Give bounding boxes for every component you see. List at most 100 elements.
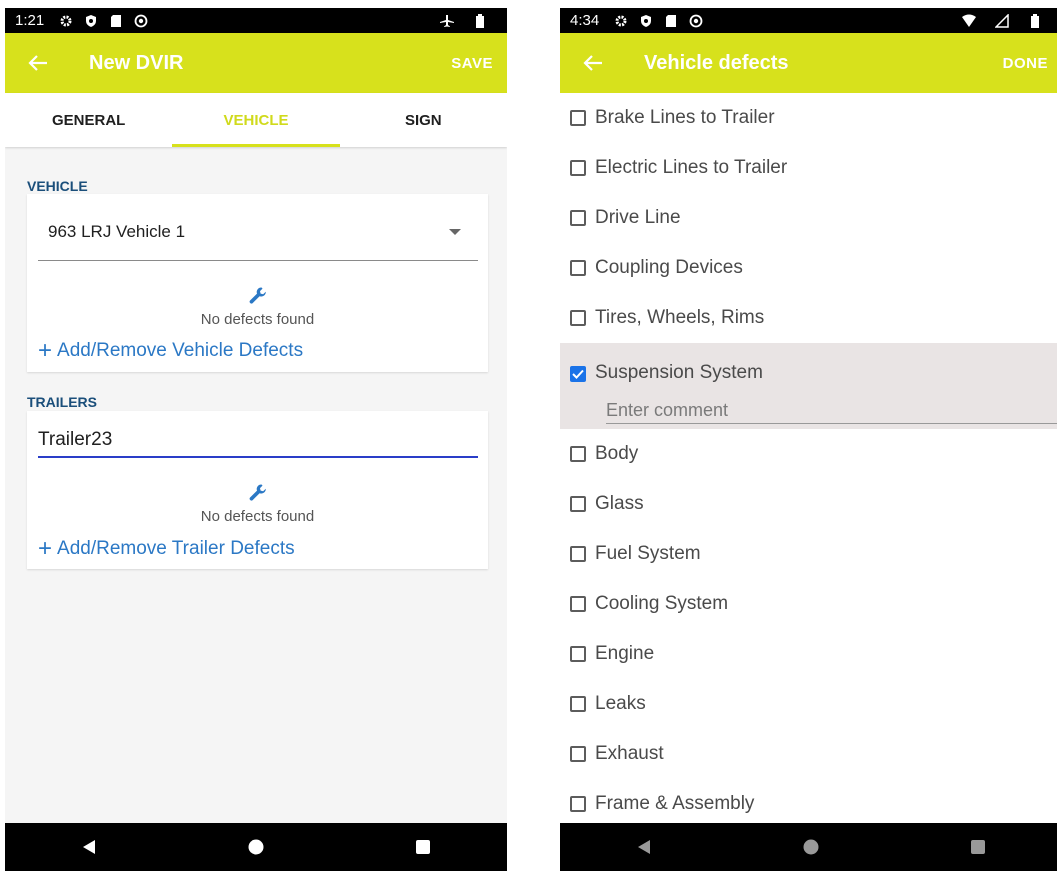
signal-icon <box>994 13 1010 29</box>
checkbox[interactable] <box>570 646 586 662</box>
dropdown-arrow-icon[interactable] <box>449 229 461 235</box>
recents-square-icon[interactable] <box>958 827 998 867</box>
defect-label: Suspension System <box>595 362 763 383</box>
vehicle-select[interactable]: 963 LRJ Vehicle 1 <box>48 222 185 242</box>
defect-label: Cooling System <box>595 593 729 614</box>
checkbox[interactable] <box>570 446 586 462</box>
wrench-icon <box>27 483 488 503</box>
sd-card-icon <box>663 13 679 29</box>
tab-general[interactable]: GENERAL <box>5 93 172 147</box>
checkbox[interactable] <box>570 546 586 562</box>
page-title: Vehicle defects <box>644 51 789 74</box>
trailer-input-underline <box>38 456 478 458</box>
checkbox[interactable] <box>570 310 586 326</box>
defect-label: Engine <box>595 643 655 664</box>
checkbox[interactable] <box>570 596 586 612</box>
system-nav-bar <box>5 823 507 871</box>
arrow-left-icon[interactable] <box>27 52 49 74</box>
defect-label: Body <box>595 443 639 464</box>
status-bar: 4:34 <box>560 8 1057 33</box>
tab-vehicle[interactable]: VEHICLE <box>172 93 340 147</box>
defect-row[interactable]: Engine <box>560 629 1057 679</box>
shield-icon <box>83 13 99 29</box>
sync-icon <box>133 13 149 29</box>
defect-label: Exhaust <box>595 743 664 764</box>
defect-row[interactable]: Leaks <box>560 679 1057 729</box>
trailer-no-defects-text: No defects found <box>200 508 315 525</box>
defect-row[interactable]: Drive Line <box>560 193 1057 243</box>
checkbox[interactable] <box>570 696 586 712</box>
defect-label: Coupling Devices <box>595 257 743 278</box>
save-button[interactable]: SAVE <box>451 55 493 72</box>
comment-input[interactable]: Enter comment <box>606 400 1057 424</box>
shield-icon <box>638 13 654 29</box>
defect-row[interactable]: Glass <box>560 479 1057 529</box>
defect-label: Electric Lines to Trailer <box>595 157 788 178</box>
arrow-left-icon[interactable] <box>582 52 604 74</box>
done-button[interactable]: DONE <box>1003 55 1048 72</box>
back-triangle-icon[interactable] <box>69 827 109 867</box>
vehicle-card: 963 LRJ Vehicle 1 No defects found + Add… <box>27 194 488 372</box>
defect-row[interactable]: Electric Lines to Trailer <box>560 143 1057 193</box>
vehicle-no-defects-text: No defects found <box>200 311 315 328</box>
defect-list: Brake Lines to Trailer Electric Lines to… <box>560 93 1057 829</box>
back-triangle-icon[interactable] <box>624 827 664 867</box>
system-nav-bar <box>560 823 1057 871</box>
defect-label: Frame & Assembly <box>595 793 755 814</box>
status-time: 1:21 <box>15 12 45 29</box>
wrench-icon <box>27 286 488 306</box>
status-time: 4:34 <box>570 12 600 29</box>
add-remove-trailer-defects-link[interactable]: + Add/Remove Trailer Defects <box>38 537 295 561</box>
defect-row[interactable]: Coupling Devices <box>560 243 1057 293</box>
new-dvir-screen: 1:21 New DVIR SAVE GENERAL VEHICLE SIGN … <box>5 8 507 871</box>
checkbox[interactable] <box>570 260 586 276</box>
defect-row[interactable]: Body <box>560 429 1057 479</box>
defect-row[interactable]: Tires, Wheels, Rims <box>560 293 1057 343</box>
airplane-mode-icon <box>439 13 455 29</box>
status-bar: 1:21 <box>5 8 507 33</box>
defect-row[interactable]: Fuel System <box>560 529 1057 579</box>
add-remove-trailer-defects-label: Add/Remove Trailer Defects <box>57 538 295 559</box>
checkbox[interactable] <box>570 160 586 176</box>
plus-icon: + <box>38 535 53 562</box>
home-circle-icon[interactable] <box>236 827 276 867</box>
defect-row[interactable]: Frame & Assembly <box>560 779 1057 829</box>
defect-label: Leaks <box>595 693 646 714</box>
defect-label: Fuel System <box>595 543 701 564</box>
checkbox-checked[interactable] <box>570 366 586 382</box>
defect-label: Tires, Wheels, Rims <box>595 307 765 328</box>
add-remove-vehicle-defects-link[interactable]: + Add/Remove Vehicle Defects <box>38 339 303 363</box>
page-title: New DVIR <box>89 51 184 74</box>
tab-sign[interactable]: SIGN <box>340 93 507 147</box>
defect-row[interactable]: Exhaust <box>560 729 1057 779</box>
sync-icon <box>688 13 704 29</box>
sd-card-icon <box>108 13 124 29</box>
defect-row[interactable]: Cooling System <box>560 579 1057 629</box>
checkbox[interactable] <box>570 796 586 812</box>
vehicle-select-underline <box>38 260 478 261</box>
vehicle-section-label: VEHICLE <box>27 178 88 194</box>
settings-icon <box>58 13 74 29</box>
checkbox[interactable] <box>570 110 586 126</box>
add-remove-vehicle-defects-label: Add/Remove Vehicle Defects <box>57 340 304 361</box>
wifi-icon <box>961 13 977 29</box>
app-bar: Vehicle defects DONE <box>560 33 1057 93</box>
app-bar: New DVIR SAVE <box>5 33 507 93</box>
checkbox[interactable] <box>570 210 586 226</box>
checkmark-icon <box>572 369 584 379</box>
plus-icon: + <box>38 337 53 364</box>
recents-square-icon[interactable] <box>403 827 443 867</box>
defect-row[interactable]: Brake Lines to Trailer <box>560 93 1057 143</box>
trailer-input[interactable]: Trailer23 <box>38 429 112 451</box>
home-circle-icon[interactable] <box>791 827 831 867</box>
defect-row-selected[interactable]: Suspension System Enter comment <box>560 343 1057 429</box>
trailers-section-label: TRAILERS <box>27 394 97 410</box>
defect-label: Drive Line <box>595 207 681 228</box>
checkbox[interactable] <box>570 496 586 512</box>
battery-icon <box>1027 13 1043 29</box>
tab-bar: GENERAL VEHICLE SIGN <box>5 93 507 147</box>
checkbox[interactable] <box>570 746 586 762</box>
defect-label: Brake Lines to Trailer <box>595 107 775 128</box>
vehicle-defects-screen: 4:34 Vehicle defects DONE Brake Lines to… <box>560 8 1057 871</box>
settings-icon <box>613 13 629 29</box>
